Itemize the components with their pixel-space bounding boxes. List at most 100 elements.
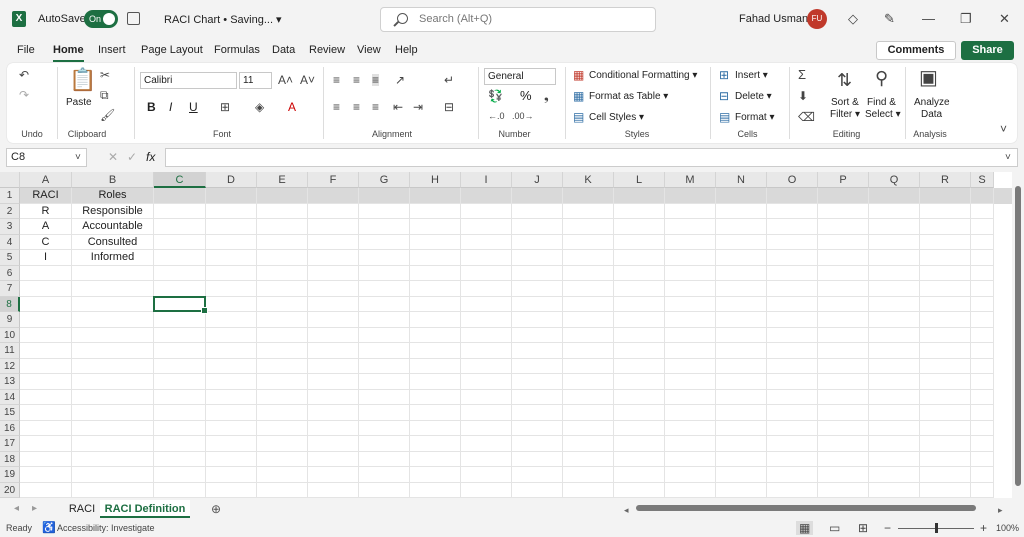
cell[interactable] [206, 343, 257, 359]
cell[interactable] [206, 250, 257, 266]
cell[interactable] [971, 296, 994, 312]
row-header[interactable]: 11 [0, 343, 20, 359]
cell[interactable] [767, 358, 818, 374]
cell[interactable] [614, 343, 665, 359]
column-header[interactable]: R [920, 172, 971, 188]
cell[interactable]: Roles [72, 188, 154, 204]
cell[interactable] [359, 482, 410, 498]
cell[interactable] [614, 467, 665, 483]
minimize-icon[interactable]: — [922, 11, 935, 26]
column-header[interactable]: Q [869, 172, 920, 188]
cell[interactable] [308, 188, 359, 204]
row-header[interactable]: 7 [0, 281, 20, 297]
zoom-in-icon[interactable]: + [980, 522, 987, 534]
cell[interactable] [665, 389, 716, 405]
cell[interactable] [818, 250, 869, 266]
cell[interactable] [512, 389, 563, 405]
cell[interactable] [20, 482, 72, 498]
cell[interactable] [20, 265, 72, 281]
cell[interactable] [818, 234, 869, 250]
cell[interactable] [767, 188, 818, 204]
cell[interactable] [512, 420, 563, 436]
cell[interactable] [410, 219, 461, 235]
cell[interactable] [869, 234, 920, 250]
cell[interactable] [154, 281, 206, 297]
cell[interactable] [257, 327, 308, 343]
cell[interactable] [563, 405, 614, 421]
redo-icon[interactable]: ↷ [19, 89, 29, 101]
cell[interactable] [869, 265, 920, 281]
cell[interactable] [869, 312, 920, 328]
wrap-text-icon[interactable]: ↵ [444, 74, 454, 86]
cell[interactable] [512, 467, 563, 483]
cell[interactable] [665, 250, 716, 266]
cell[interactable] [308, 482, 359, 498]
cell[interactable] [72, 436, 154, 452]
cell[interactable] [614, 451, 665, 467]
cell[interactable] [971, 203, 994, 219]
cell[interactable] [563, 296, 614, 312]
cell[interactable] [563, 188, 614, 204]
cell[interactable] [716, 389, 767, 405]
cell[interactable] [614, 188, 665, 204]
cell[interactable] [716, 296, 767, 312]
zoom-level[interactable]: 100% [996, 523, 1019, 533]
paste-button[interactable]: Paste [66, 97, 92, 108]
cell[interactable] [818, 482, 869, 498]
cell[interactable] [971, 312, 994, 328]
cell[interactable] [818, 343, 869, 359]
row-header[interactable]: 15 [0, 405, 20, 421]
percent-button[interactable]: % [520, 88, 532, 103]
cell-styles-button[interactable]: Cell Styles ▾ [589, 112, 644, 123]
normal-view-icon[interactable]: ▦ [796, 521, 814, 535]
cell[interactable] [206, 420, 257, 436]
menu-home[interactable]: Home [53, 44, 84, 62]
cell[interactable] [716, 405, 767, 421]
row-header[interactable]: 12 [0, 358, 20, 374]
cell[interactable] [410, 405, 461, 421]
column-header[interactable]: C [154, 172, 206, 188]
cell[interactable] [308, 219, 359, 235]
cell[interactable] [308, 312, 359, 328]
cell[interactable] [869, 296, 920, 312]
cell[interactable] [920, 281, 971, 297]
cell[interactable] [920, 451, 971, 467]
cell[interactable] [154, 343, 206, 359]
cell[interactable] [920, 250, 971, 266]
cell[interactable] [920, 374, 971, 390]
cell[interactable] [716, 436, 767, 452]
cell[interactable] [614, 203, 665, 219]
cell[interactable] [971, 234, 994, 250]
delete-cells-button[interactable]: Delete ▾ [735, 91, 772, 102]
cell[interactable] [767, 451, 818, 467]
align-right-icon[interactable]: ≡ [372, 101, 379, 113]
cell[interactable] [410, 482, 461, 498]
cell[interactable] [563, 281, 614, 297]
cell[interactable] [665, 482, 716, 498]
cell[interactable] [767, 281, 818, 297]
cell[interactable] [665, 405, 716, 421]
cell[interactable] [716, 312, 767, 328]
align-center-icon[interactable]: ≡ [353, 101, 360, 113]
cell[interactable] [20, 327, 72, 343]
cell[interactable] [359, 219, 410, 235]
cell[interactable]: RACI [20, 188, 72, 204]
cell[interactable] [308, 467, 359, 483]
cell[interactable] [72, 265, 154, 281]
cell[interactable] [206, 296, 257, 312]
cell[interactable] [461, 234, 512, 250]
column-header[interactable]: G [359, 172, 410, 188]
cell[interactable] [614, 327, 665, 343]
row-header[interactable]: 1 [0, 188, 20, 204]
font-name-select[interactable]: Calibri [140, 72, 237, 89]
cell[interactable] [614, 234, 665, 250]
avatar[interactable]: FU [807, 9, 827, 29]
cell[interactable] [154, 265, 206, 281]
cell[interactable] [767, 343, 818, 359]
cell[interactable] [716, 327, 767, 343]
underline-button[interactable]: U [189, 100, 198, 114]
expand-formula-icon[interactable]: ˅ [1005, 152, 1011, 164]
cell[interactable] [818, 451, 869, 467]
cell[interactable] [920, 343, 971, 359]
cell[interactable] [410, 250, 461, 266]
